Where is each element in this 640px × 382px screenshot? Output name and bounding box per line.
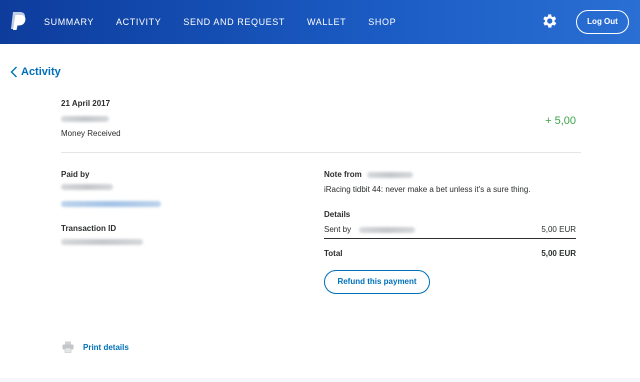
sent-by-label: Sent by: [324, 225, 352, 234]
main-nav: SUMMARY ACTIVITY SEND AND REQUEST WALLET…: [44, 0, 418, 44]
redacted-note-sender: [366, 171, 413, 178]
chevron-left-icon: [10, 66, 17, 78]
print-details-label: Print details: [83, 342, 129, 352]
sent-by-row: Sent by 5,00 EUR: [324, 225, 576, 234]
total-row: Total 5,00 EUR: [324, 249, 576, 258]
transaction-amount: + 5,00: [545, 115, 576, 127]
nav-wallet[interactable]: WALLET: [307, 17, 346, 27]
back-to-activity-link[interactable]: Activity: [10, 66, 61, 78]
nav-activity[interactable]: ACTIVITY: [116, 17, 161, 27]
redacted-counterparty: [61, 116, 109, 122]
nav-shop[interactable]: SHOP: [368, 17, 396, 27]
print-details-link[interactable]: Print details: [62, 341, 129, 353]
total-divider: [324, 238, 576, 239]
nav-summary[interactable]: SUMMARY: [44, 17, 94, 27]
top-navigation-bar: SUMMARY ACTIVITY SEND AND REQUEST WALLET…: [0, 0, 640, 44]
nav-send-and-request[interactable]: SEND AND REQUEST: [183, 17, 285, 27]
total-amount: 5,00 EUR: [541, 249, 576, 258]
logout-button[interactable]: Log Out: [576, 10, 629, 34]
printer-icon: [62, 341, 74, 353]
redacted-payer-name: [61, 184, 113, 190]
back-label: Activity: [21, 66, 61, 78]
transaction-type: Money Received: [61, 129, 121, 138]
transaction-date: 21 April 2017: [61, 99, 111, 108]
note-from-label: Note from: [324, 170, 362, 179]
total-label: Total: [324, 249, 343, 258]
transaction-details-card: Activity 21 April 2017 Money Received + …: [0, 44, 640, 378]
redacted-payer-email-link[interactable]: [61, 201, 161, 207]
paypal-logo-icon[interactable]: [9, 11, 27, 31]
sent-by-amount: 5,00 EUR: [541, 225, 576, 234]
gear-icon[interactable]: [540, 12, 558, 30]
section-divider: [61, 152, 581, 153]
redacted-sender-name: [359, 226, 416, 233]
transaction-id-label: Transaction ID: [61, 224, 117, 233]
redacted-transaction-id: [61, 239, 143, 245]
paid-by-label: Paid by: [61, 170, 90, 179]
refund-payment-button[interactable]: Refund this payment: [324, 270, 430, 294]
details-label: Details: [324, 210, 351, 219]
note-from-heading: Note from: [324, 170, 413, 179]
note-text: iRacing tidbit 44: never make a bet unle…: [324, 185, 531, 194]
